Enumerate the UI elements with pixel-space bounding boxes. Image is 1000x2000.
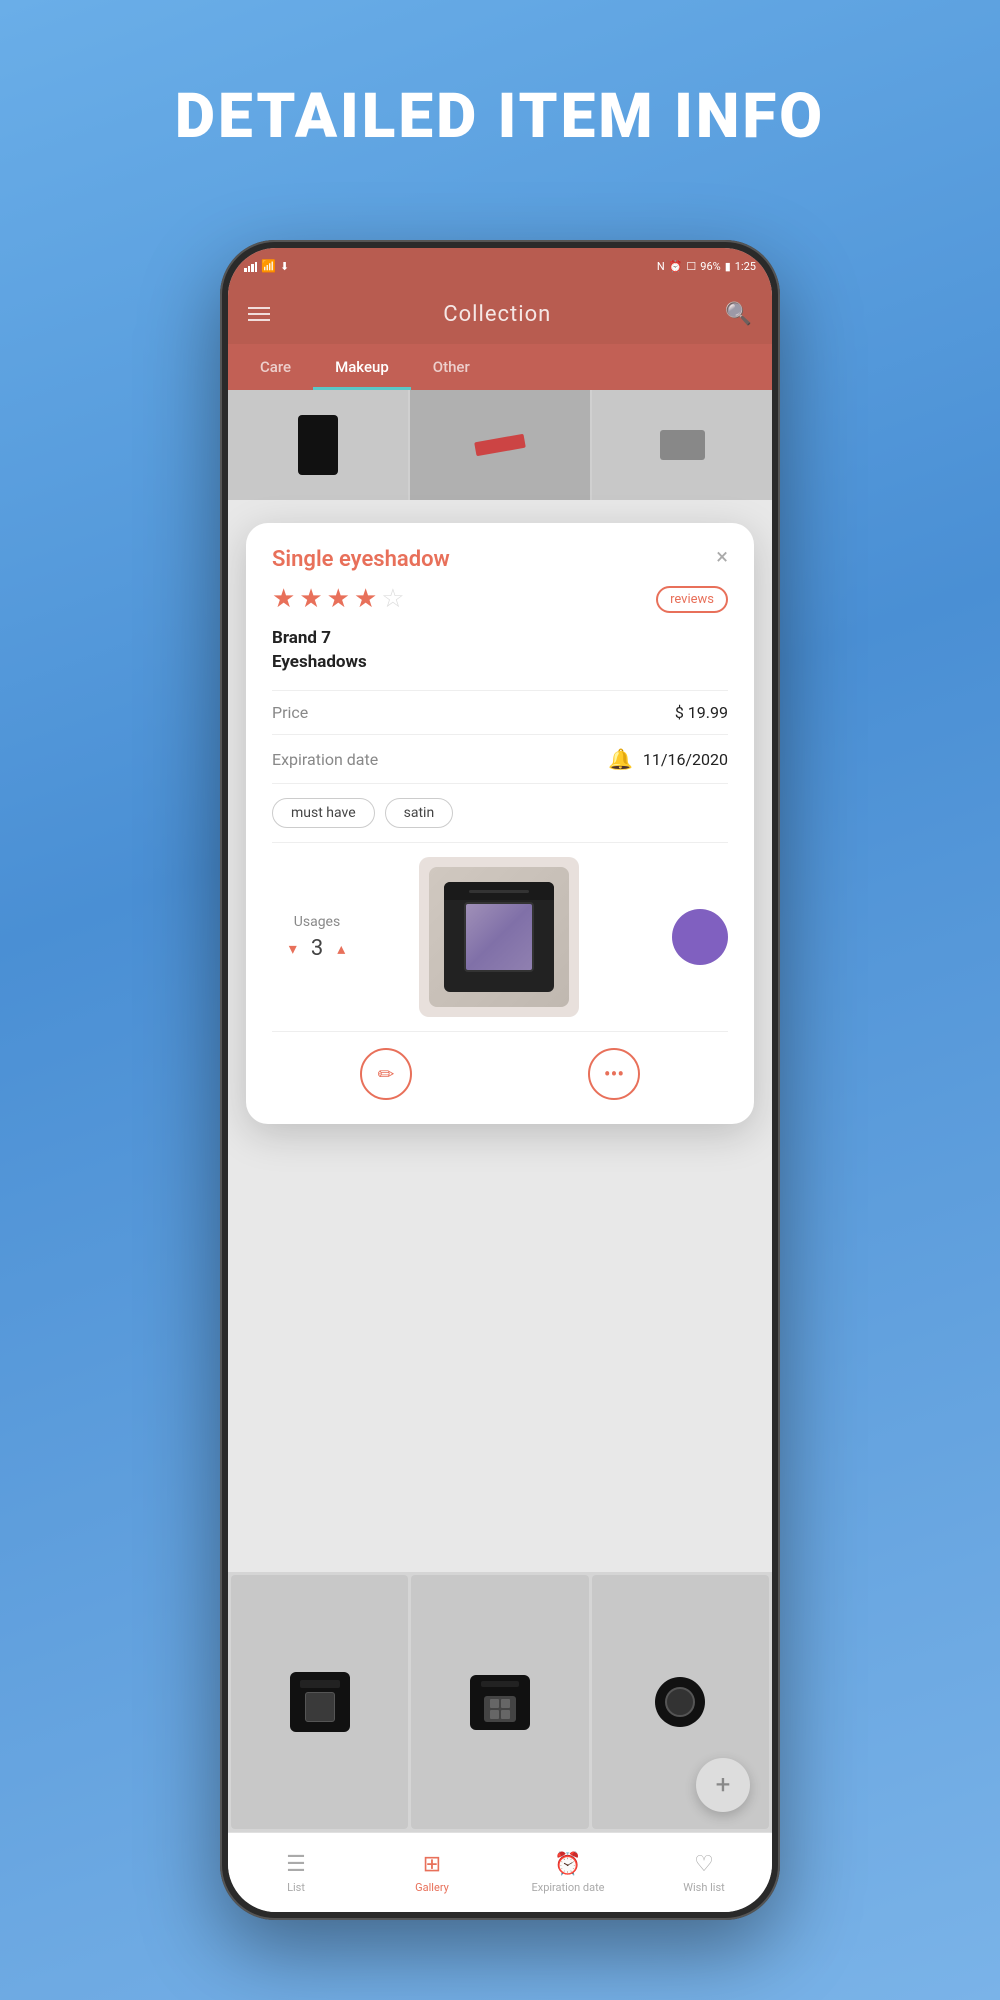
nav-list-label: List <box>287 1881 305 1894</box>
tag-must-have[interactable]: must have <box>272 798 375 828</box>
usages-label: Usages <box>294 914 340 930</box>
usages-box: Usages ▾ 3 ▴ <box>272 914 362 961</box>
clock: 1:25 <box>735 260 756 273</box>
product-image <box>419 857 579 1017</box>
tab-other[interactable]: Other <box>411 344 492 390</box>
brand-name: Brand 7 <box>272 628 728 648</box>
alarm-icon: ⏰ <box>669 260 683 273</box>
expiration-nav-icon: ⏰ <box>554 1852 581 1877</box>
search-icon[interactable]: 🔍 <box>725 302 752 327</box>
fab-button[interactable]: + <box>696 1758 750 1812</box>
nav-gallery[interactable]: ⊞ Gallery <box>364 1852 500 1894</box>
nfc-icon: N <box>657 260 665 273</box>
star-1: ★ <box>272 584 295 614</box>
tab-makeup[interactable]: Makeup <box>313 344 411 390</box>
eyeshadow-compact <box>444 882 554 992</box>
status-left: 📶 ⬇ <box>244 259 289 273</box>
phone-inner: 📶 ⬇ N ⏰ ☐ 96% ▮ 1:25 Collection 🔍 Care M… <box>228 248 772 1912</box>
nav-expiration[interactable]: ⏰ Expiration date <box>500 1852 636 1894</box>
page-title: DETAILED ITEM INFO <box>0 80 1000 153</box>
status-right: N ⏰ ☐ 96% ▮ 1:25 <box>657 260 756 273</box>
bell-icon[interactable]: 🔔 <box>608 747 633 771</box>
eyeshadow-pan <box>464 902 534 972</box>
star-5: ☆ <box>381 584 404 614</box>
tags-row: must have satin <box>272 783 728 842</box>
modal-header: Single eyeshadow × <box>272 547 728 572</box>
phone-icon: ☐ <box>686 260 696 273</box>
expiry-right: 🔔 11/16/2020 <box>608 747 728 771</box>
category-name: Eyeshadows <box>272 652 728 672</box>
nav-list[interactable]: ☰ List <box>228 1852 364 1894</box>
status-bar: 📶 ⬇ N ⏰ ☐ 96% ▮ 1:25 <box>228 248 772 284</box>
price-label: Price <box>272 703 308 722</box>
signal-bars-icon <box>244 260 257 272</box>
nav-gallery-label: Gallery <box>415 1881 449 1894</box>
product-grid-bg <box>228 390 772 500</box>
expiration-row: Expiration date 🔔 11/16/2020 <box>272 734 728 783</box>
phone-frame: 📶 ⬇ N ⏰ ☐ 96% ▮ 1:25 Collection 🔍 Care M… <box>220 240 780 1920</box>
battery-icon: ▮ <box>725 260 731 273</box>
increment-button[interactable]: ▴ <box>337 939 345 958</box>
modal-title: Single eyeshadow <box>272 547 450 572</box>
close-button[interactable]: × <box>716 547 728 569</box>
more-icon: ••• <box>604 1062 624 1086</box>
more-button[interactable]: ••• <box>588 1048 640 1100</box>
header-title: Collection <box>443 302 551 327</box>
expiration-label: Expiration date <box>272 750 378 769</box>
product-image-inner <box>429 867 569 1007</box>
edit-button[interactable]: ✏ <box>360 1048 412 1100</box>
battery-percent: 96% <box>700 260 720 273</box>
stars: ★ ★ ★ ★ ☆ <box>272 584 405 614</box>
bottom-grid <box>228 1572 772 1832</box>
star-4: ★ <box>354 584 377 614</box>
usages-controls: ▾ 3 ▴ <box>289 936 345 961</box>
wifi-icon: 📶 <box>261 259 276 273</box>
grid-cell-3 <box>592 390 772 500</box>
expiration-value: 11/16/2020 <box>643 750 728 769</box>
usages-count: 3 <box>311 936 323 961</box>
reviews-button[interactable]: reviews <box>656 586 728 613</box>
bottom-cell-2 <box>411 1575 588 1829</box>
grid-cell-2 <box>410 390 590 500</box>
modal: Single eyeshadow × ★ ★ ★ ★ ☆ reviews Bra… <box>246 523 754 1124</box>
app-header: Collection 🔍 <box>228 284 772 344</box>
edit-icon: ✏ <box>378 1062 395 1086</box>
grid-cell-1 <box>228 390 408 500</box>
modal-footer: ✏ ••• <box>272 1031 728 1100</box>
tag-satin[interactable]: satin <box>385 798 454 828</box>
bottom-cell-1 <box>231 1575 408 1829</box>
star-3: ★ <box>327 584 350 614</box>
list-nav-icon: ☰ <box>286 1852 306 1877</box>
nav-wishlist[interactable]: ♡ Wish list <box>636 1852 772 1894</box>
tab-care[interactable]: Care <box>238 344 313 390</box>
nav-wishlist-label: Wish list <box>683 1881 725 1894</box>
download-icon: ⬇ <box>280 260 289 273</box>
nav-expiration-label: Expiration date <box>531 1881 604 1894</box>
tabs-bar: Care Makeup Other <box>228 344 772 390</box>
color-swatch <box>672 909 728 965</box>
price-row: Price $ 19.99 <box>272 690 728 734</box>
rating-row: ★ ★ ★ ★ ☆ reviews <box>272 584 728 614</box>
star-2: ★ <box>299 584 322 614</box>
bottom-nav: ☰ List ⊞ Gallery ⏰ Expiration date ♡ Wis… <box>228 1832 772 1912</box>
price-value: $ 19.99 <box>675 703 728 722</box>
menu-icon[interactable] <box>248 307 270 321</box>
gallery-nav-icon: ⊞ <box>423 1852 441 1877</box>
product-section: Usages ▾ 3 ▴ <box>272 842 728 1031</box>
decrement-button[interactable]: ▾ <box>289 939 297 958</box>
wishlist-nav-icon: ♡ <box>694 1852 714 1877</box>
